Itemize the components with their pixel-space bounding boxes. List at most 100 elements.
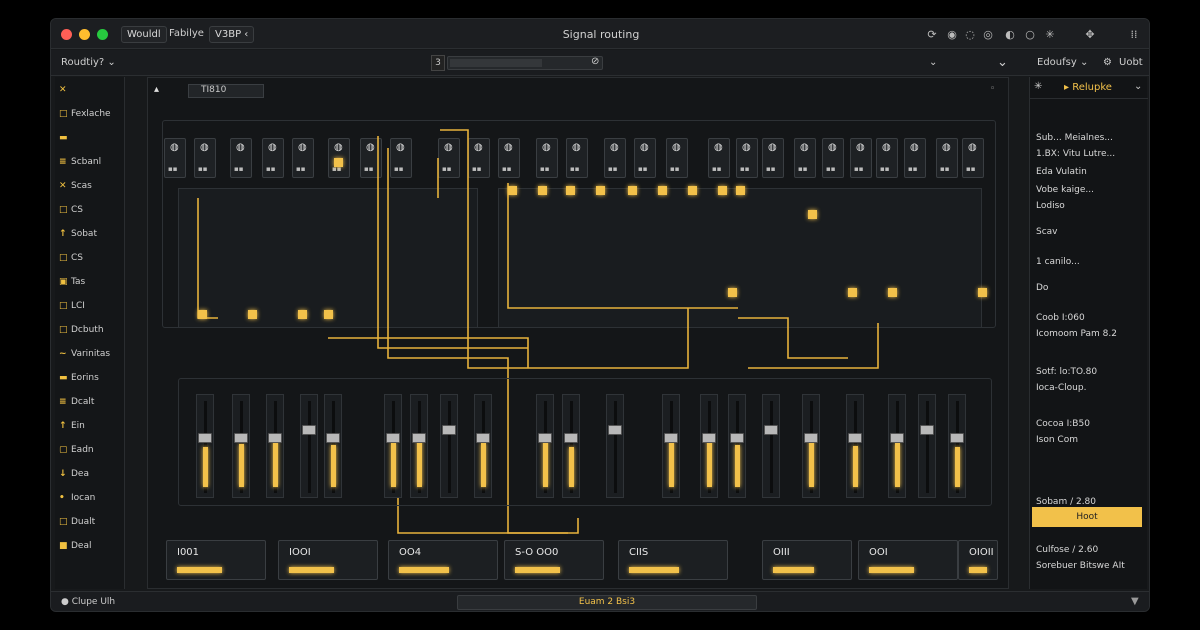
sidebar-item[interactable]: □ Dualt <box>59 517 121 533</box>
inspector-item[interactable]: Sorebuer Bitswe AIt <box>1036 561 1125 571</box>
edit-menu[interactable]: Edoufsy ⌄ <box>1037 57 1088 68</box>
chevron-down-icon[interactable]: ⌄ <box>1134 81 1142 92</box>
fader-knob[interactable] <box>442 425 456 435</box>
route-node[interactable] <box>508 186 517 195</box>
inspector-item[interactable]: Ison Com <box>1036 435 1078 445</box>
fader-knob[interactable] <box>476 433 490 443</box>
fader-knob[interactable] <box>804 433 818 443</box>
fader-knob[interactable] <box>764 425 778 435</box>
sidebar-item[interactable]: ✕ <box>59 85 121 101</box>
fader-knob[interactable] <box>848 433 862 443</box>
channel-fader[interactable] <box>232 394 250 498</box>
fader-knob[interactable] <box>702 433 716 443</box>
fader-knob[interactable] <box>664 433 678 443</box>
inspector-item[interactable]: Culfose / 2.60 <box>1036 545 1098 555</box>
route-node[interactable] <box>978 288 987 297</box>
route-node[interactable] <box>688 186 697 195</box>
chevron-down-icon[interactable]: ⌄ <box>929 57 937 68</box>
route-node[interactable] <box>628 186 637 195</box>
bus-module[interactable]: IOOI <box>278 540 378 580</box>
sidebar-item[interactable]: ≡ Scbanl <box>59 157 121 173</box>
channel-fader[interactable] <box>300 394 318 498</box>
inspector-item[interactable]: Scav <box>1036 227 1058 237</box>
route-node[interactable] <box>334 158 343 167</box>
sidebar-item[interactable]: ↑ Ein <box>59 421 121 437</box>
route-node[interactable] <box>248 310 257 319</box>
sidebar-item[interactable]: • Iocan <box>59 493 121 509</box>
sidebar-item[interactable]: ▢ Eadn <box>59 445 121 461</box>
channel-fader[interactable] <box>440 394 458 498</box>
inspector-item[interactable]: Lodiso <box>1036 201 1065 211</box>
channel-fader[interactable] <box>324 394 342 498</box>
inspector-title[interactable]: ▸ Relupke <box>1064 82 1112 93</box>
hoot-button[interactable]: Hoot <box>1032 507 1142 527</box>
fader-knob[interactable] <box>234 433 248 443</box>
channel-fader[interactable] <box>606 394 624 498</box>
bus-module[interactable]: OOI <box>858 540 958 580</box>
fader-knob[interactable] <box>920 425 934 435</box>
sidebar-item[interactable]: □ Fexlache <box>59 109 121 125</box>
channel-fader[interactable] <box>662 394 680 498</box>
route-node[interactable] <box>596 186 605 195</box>
search-icon[interactable]: ⊘ <box>591 56 599 67</box>
chevron-down-icon[interactable]: ⌄ <box>997 55 1008 70</box>
channel-fader[interactable] <box>888 394 906 498</box>
inspector-item[interactable]: Sobam / 2.80 <box>1036 497 1096 507</box>
search-input[interactable] <box>447 56 603 70</box>
target-icon[interactable]: ◎ <box>981 28 995 41</box>
sidebar-item[interactable]: ≡ Dcalt <box>59 397 121 413</box>
status-center[interactable]: Euam 2 Bsi3 <box>457 595 757 610</box>
fader-knob[interactable] <box>890 433 904 443</box>
channel-fader[interactable] <box>474 394 492 498</box>
route-node[interactable] <box>298 310 307 319</box>
refresh-icon[interactable]: ⟳ <box>925 28 939 41</box>
fader-knob[interactable] <box>564 433 578 443</box>
bus-module[interactable]: S-O OO0 <box>504 540 604 580</box>
fader-knob[interactable] <box>730 433 744 443</box>
sidebar-item[interactable]: ~ Varinitas <box>59 349 121 365</box>
sidebar-item[interactable]: ✕ Scas <box>59 181 121 197</box>
sidebar-item[interactable]: ■ Deal <box>59 541 121 557</box>
sidebar-item[interactable]: □ CS <box>59 253 121 269</box>
bus-module[interactable]: CIIS <box>618 540 728 580</box>
inspector-item[interactable]: Do <box>1036 283 1048 293</box>
bus-module[interactable]: OIII <box>762 540 852 580</box>
channel-fader[interactable] <box>410 394 428 498</box>
channel-fader[interactable] <box>384 394 402 498</box>
inspector-item[interactable]: 1 canilo... <box>1036 257 1080 267</box>
sidebar-item[interactable]: □ Dcbuth <box>59 325 121 341</box>
channel-fader[interactable] <box>948 394 966 498</box>
route-node[interactable] <box>728 288 737 297</box>
sidebar-item[interactable]: ▬ Eorins <box>59 373 121 389</box>
sidebar-item[interactable]: ↑ Sobat <box>59 229 121 245</box>
fader-knob[interactable] <box>326 433 340 443</box>
fader-knob[interactable] <box>302 425 316 435</box>
channel-fader[interactable] <box>762 394 780 498</box>
inspector-item[interactable]: Eda Vulatin <box>1036 167 1087 177</box>
channel-fader[interactable] <box>918 394 936 498</box>
route-node[interactable] <box>658 186 667 195</box>
inspector-item[interactable]: Ioca-Cloup. <box>1036 383 1086 393</box>
channel-fader[interactable] <box>846 394 864 498</box>
route-node[interactable] <box>808 210 817 219</box>
bus-module[interactable]: I001 <box>166 540 266 580</box>
route-node[interactable] <box>324 310 333 319</box>
route-menu[interactable]: Roudtiy? ⌄ <box>61 57 116 68</box>
channel-fader[interactable] <box>802 394 820 498</box>
inspector-item[interactable]: 1.BX: Vitu Lutre... <box>1036 149 1115 159</box>
expand-icon[interactable]: ✥ <box>1083 28 1097 41</box>
inspector-item[interactable]: Cocoa I:B50 <box>1036 419 1090 429</box>
inspector-item[interactable]: Sotf: lo:TO.80 <box>1036 367 1097 377</box>
page-number[interactable]: 3 <box>431 55 445 71</box>
route-node[interactable] <box>718 186 727 195</box>
fader-knob[interactable] <box>198 433 212 443</box>
sidebar-item[interactable]: ▣ Tas <box>59 277 121 293</box>
inspector-item[interactable]: Sub... Meialnes... <box>1036 133 1113 143</box>
grid-icon[interactable]: ⁞⁞ <box>1127 28 1141 41</box>
channel-fader[interactable] <box>728 394 746 498</box>
settings-icon[interactable]: ◌ <box>963 28 977 41</box>
sidebar-item[interactable]: ▬ <box>59 133 121 149</box>
unbind-button[interactable]: Uobt <box>1119 57 1143 68</box>
sidebar-item[interactable]: □ CS <box>59 205 121 221</box>
inspector-item[interactable]: Vobe kaige... <box>1036 185 1094 195</box>
